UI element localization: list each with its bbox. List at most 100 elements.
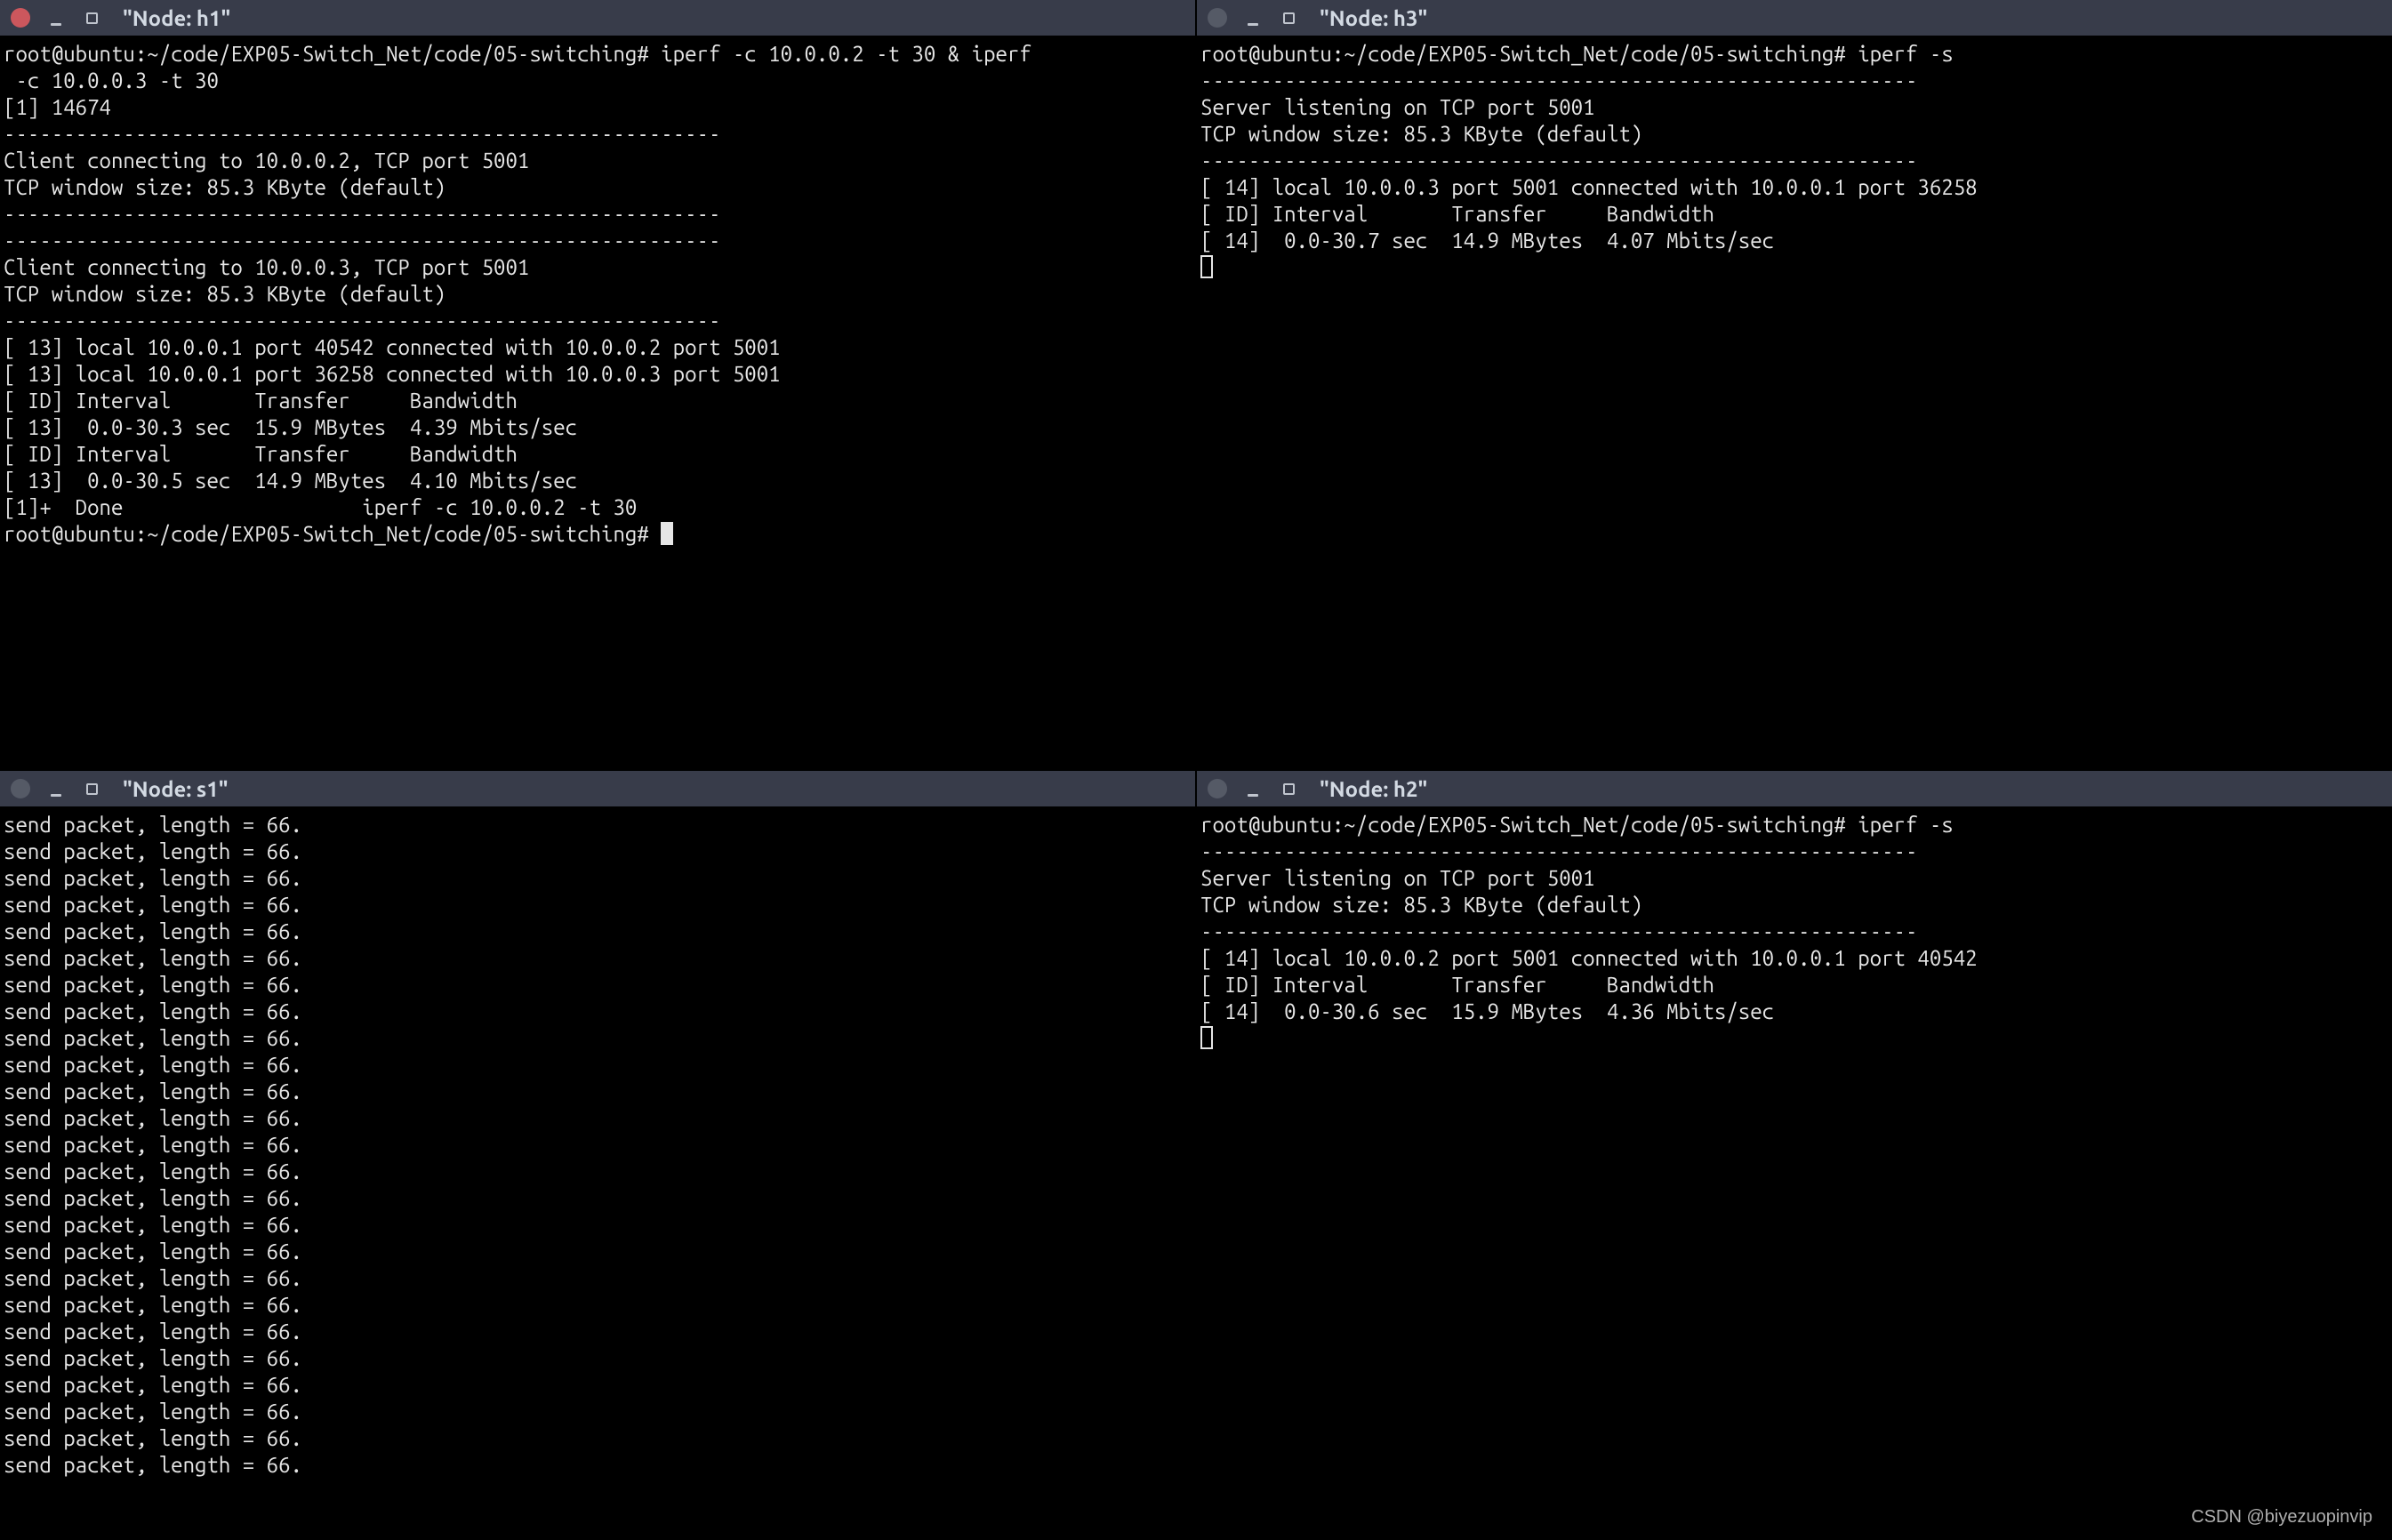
terminal-line-text: [ 14] 0.0-30.7 sec 14.9 MBytes 4.07 Mbit…: [1200, 229, 1774, 253]
terminal-window-h3: "Node: h3"root@ubuntu:~/code/EXP05-Switc…: [1197, 0, 2392, 769]
minimize-icon[interactable]: [46, 779, 66, 798]
maximize-icon[interactable]: [82, 8, 101, 28]
terminal-output[interactable]: send packet, length = 66.send packet, le…: [0, 806, 1195, 1540]
terminal-line-text: [ 14] 0.0-30.6 sec 15.9 MBytes 4.36 Mbit…: [1200, 999, 1774, 1023]
terminal-line-text: ----------------------------------------…: [4, 229, 720, 253]
terminal-line: [1200, 254, 2388, 281]
terminal-line: ----------------------------------------…: [4, 308, 1192, 334]
terminal-line-text: ----------------------------------------…: [1200, 148, 1917, 172]
terminal-line: send packet, length = 66.: [4, 1399, 1192, 1425]
terminal-line: ----------------------------------------…: [1200, 68, 2388, 94]
window-title: "Node: h2": [1320, 777, 1427, 801]
maximize-icon[interactable]: [1279, 8, 1298, 28]
terminal-output[interactable]: root@ubuntu:~/code/EXP05-Switch_Net/code…: [1197, 36, 2392, 769]
window-title: "Node: s1": [123, 777, 229, 801]
terminal-line-text: send packet, length = 66.: [4, 1106, 302, 1130]
terminal-line-text: [ ID] Interval Transfer Bandwidth: [4, 389, 518, 413]
minimize-icon[interactable]: [1243, 8, 1263, 28]
terminal-line-text: [ 13] 0.0-30.3 sec 15.9 MBytes 4.39 Mbit…: [4, 415, 577, 439]
terminal-line-text: send packet, length = 66.: [4, 1319, 302, 1343]
terminal-line: send packet, length = 66.: [4, 1212, 1192, 1239]
terminal-line-text: [1] 14674: [4, 95, 111, 119]
terminal-line: Server listening on TCP port 5001: [1200, 94, 2388, 121]
terminal-output[interactable]: root@ubuntu:~/code/EXP05-Switch_Net/code…: [0, 36, 1195, 769]
terminal-line-text: -c 10.0.0.3 -t 30: [4, 68, 219, 92]
terminal-line-text: send packet, length = 66.: [4, 1053, 302, 1077]
terminal-line: TCP window size: 85.3 KByte (default): [1200, 892, 2388, 918]
terminal-line: [ ID] Interval Transfer Bandwidth: [1200, 201, 2388, 228]
terminal-line: TCP window size: 85.3 KByte (default): [4, 174, 1192, 201]
titlebar[interactable]: "Node: h3": [1197, 0, 2392, 36]
terminal-output[interactable]: root@ubuntu:~/code/EXP05-Switch_Net/code…: [1197, 806, 2392, 1540]
terminal-line: send packet, length = 66.: [4, 1185, 1192, 1212]
titlebar[interactable]: "Node: s1": [0, 771, 1195, 806]
terminal-line-text: Server listening on TCP port 5001: [1200, 95, 1595, 119]
terminal-line-text: send packet, length = 66.: [4, 1293, 302, 1317]
terminal-line-text: ----------------------------------------…: [1200, 839, 1917, 863]
terminal-line: ----------------------------------------…: [1200, 148, 2388, 174]
terminal-line: ----------------------------------------…: [4, 121, 1192, 148]
terminal-line-text: send packet, length = 66.: [4, 1133, 302, 1157]
terminal-line-text: send packet, length = 66.: [4, 919, 302, 943]
terminal-line: root@ubuntu:~/code/EXP05-Switch_Net/code…: [1200, 812, 2388, 838]
titlebar[interactable]: "Node: h1": [0, 0, 1195, 36]
terminal-line: send packet, length = 66.: [4, 1425, 1192, 1452]
terminal-line: [1]+ Done iperf -c 10.0.0.2 -t 30: [4, 494, 1192, 521]
close-icon[interactable]: [1208, 779, 1227, 798]
terminal-line-text: ----------------------------------------…: [1200, 919, 1917, 943]
terminal-line-text: [ ID] Interval Transfer Bandwidth: [4, 442, 518, 466]
terminal-line: send packet, length = 66.: [4, 1052, 1192, 1079]
terminal-line-text: send packet, length = 66.: [4, 946, 302, 970]
terminal-line-text: [ 13] 0.0-30.5 sec 14.9 MBytes 4.10 Mbit…: [4, 469, 577, 493]
terminal-line: ----------------------------------------…: [4, 228, 1192, 254]
terminal-line: ----------------------------------------…: [1200, 918, 2388, 945]
terminal-line: [ 14] 0.0-30.7 sec 14.9 MBytes 4.07 Mbit…: [1200, 228, 2388, 254]
terminal-line: send packet, length = 66.: [4, 1239, 1192, 1265]
terminal-line: send packet, length = 66.: [4, 1132, 1192, 1159]
terminal-line: send packet, length = 66.: [4, 892, 1192, 918]
terminal-line: -c 10.0.0.3 -t 30: [4, 68, 1192, 94]
terminal-line: send packet, length = 66.: [4, 972, 1192, 999]
terminal-window-h2: "Node: h2" root@ubuntu:~/code/EXP05-Switc…: [1197, 771, 2392, 1540]
terminal-line: [ 14] 0.0-30.6 sec 15.9 MBytes 4.36 Mbit…: [1200, 999, 2388, 1025]
terminal-line-text: Client connecting to 10.0.0.3, TCP port …: [4, 255, 529, 279]
terminal-line-text: root@ubuntu:~/code/EXP05-Switch_Net/code…: [4, 522, 661, 546]
terminal-line: [ 13] local 10.0.0.1 port 36258 connecte…: [4, 361, 1192, 388]
terminal-line: TCP window size: 85.3 KByte (default): [4, 281, 1192, 308]
terminal-line-text: send packet, length = 66.: [4, 1400, 302, 1424]
maximize-icon[interactable]: [1279, 779, 1298, 798]
terminal-line-text: root@ubuntu:~/code/EXP05-Switch_Net/code…: [4, 42, 1031, 66]
terminal-line-text: send packet, length = 66.: [4, 866, 302, 890]
terminal-line-text: send packet, length = 66.: [4, 813, 302, 837]
terminal-line: TCP window size: 85.3 KByte (default): [1200, 121, 2388, 148]
close-icon[interactable]: [11, 8, 30, 28]
close-icon[interactable]: [1208, 8, 1227, 28]
terminal-line-text: send packet, length = 66.: [4, 1266, 302, 1290]
maximize-icon[interactable]: [82, 779, 101, 798]
terminal-line-text: TCP window size: 85.3 KByte (default): [4, 282, 445, 306]
close-icon[interactable]: [11, 779, 30, 798]
terminal-line: ----------------------------------------…: [1200, 838, 2388, 865]
terminal-line-text: send packet, length = 66.: [4, 839, 302, 863]
terminal-line: [ ID] Interval Transfer Bandwidth: [1200, 972, 2388, 999]
cursor-icon: [661, 522, 673, 545]
titlebar[interactable]: "Node: h2": [1197, 771, 2392, 806]
terminal-line: [ ID] Interval Transfer Bandwidth: [4, 441, 1192, 468]
terminal-line: send packet, length = 66.: [4, 865, 1192, 892]
cursor-icon: [1200, 1026, 1213, 1049]
terminal-line-text: send packet, length = 66.: [4, 1213, 302, 1237]
terminal-line-text: send packet, length = 66.: [4, 1239, 302, 1263]
terminal-line: Server listening on TCP port 5001: [1200, 865, 2388, 892]
terminal-line: send packet, length = 66.: [4, 1319, 1192, 1345]
terminal-line-text: send packet, length = 66.: [4, 973, 302, 997]
terminal-window-h1: "Node: h1" root@ubuntu:~/code/EXP05-Switc…: [0, 0, 1195, 769]
minimize-icon[interactable]: [46, 8, 66, 28]
terminal-line-text: send packet, length = 66.: [4, 1186, 302, 1210]
window-title: "Node: h1": [123, 6, 230, 30]
terminal-line-text: send packet, length = 66.: [4, 999, 302, 1023]
terminal-line: [ 13] 0.0-30.3 sec 15.9 MBytes 4.39 Mbit…: [4, 414, 1192, 441]
terminal-line-text: [ 14] local 10.0.0.2 port 5001 connected…: [1200, 946, 1978, 970]
minimize-icon[interactable]: [1243, 779, 1263, 798]
terminal-line-text: root@ubuntu:~/code/EXP05-Switch_Net/code…: [1200, 813, 1954, 837]
terminal-line: send packet, length = 66.: [4, 1292, 1192, 1319]
